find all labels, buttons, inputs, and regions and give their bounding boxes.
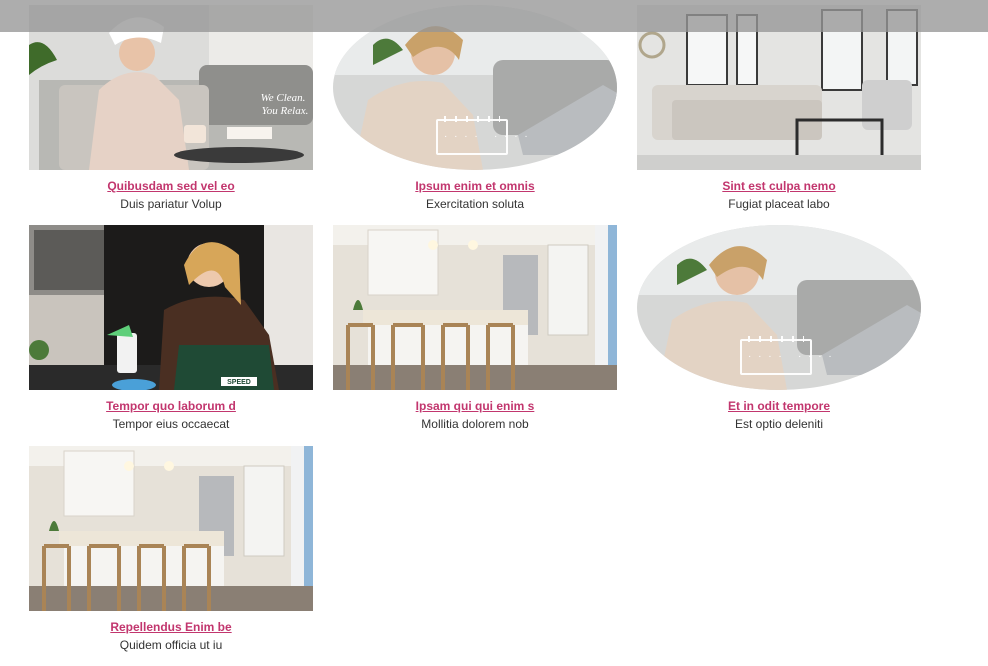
gallery-item-title-link[interactable]: Ipsum enim et omnis [333,179,617,193]
gallery-item-title-link[interactable]: Sint est culpa nemo [637,179,921,193]
gallery-thumbnail[interactable] [637,225,921,390]
kitchen-photo [29,446,313,611]
gallery-item-subtitle: Fugiat placeat labo [728,197,830,211]
gallery-item-subtitle: Quidem officia ut iu [119,638,223,652]
gallery-card: Et in odit tempore Est optio deleniti [637,225,921,431]
gallery-item-title-link[interactable]: Quibusdam sed vel eo [29,179,313,193]
gallery-thumbnail[interactable] [333,225,617,390]
gallery-item-subtitle: Duis pariatur Volup [120,197,222,211]
gallery-item-title-link[interactable]: Ipsam qui qui enim s [333,399,617,413]
gallery-item-title-link[interactable]: Tempor quo laborum d [29,399,313,413]
gallery-item-title-link[interactable]: Repellendus Enim be [29,620,313,634]
svg-text:You Relax.: You Relax. [262,105,309,117]
calendar-icon [436,116,530,155]
gallery-thumbnail[interactable]: SPEED [29,225,313,390]
gallery-item-subtitle: Exercitation soluta [425,197,525,211]
gallery-thumbnail[interactable] [29,446,313,611]
gallery-card: Sint est culpa nemo Fugiat placeat labo [637,5,921,211]
gallery-item-title-link[interactable]: Et in odit tempore [637,399,921,413]
gallery-item-subtitle: Mollitia dolorem nob [421,417,529,431]
calendar-icon [740,336,834,375]
gallery-card: Ipsum enim et omnis Exercitation soluta [333,5,617,211]
svg-text:We Clean.: We Clean. [261,92,306,104]
gallery-card: We Clean. You Relax. Quibusdam sed vel e… [29,5,313,211]
gallery-item-subtitle: Est optio deleniti [734,417,824,431]
gallery-card: Repellendus Enim be Quidem officia ut iu [29,446,313,652]
cleaner-spray-photo: SPEED [29,225,313,390]
gallery-item-subtitle: Tempor eius occaecat [112,417,230,431]
gallery-card: Ipsam qui qui enim s Mollitia dolorem no… [333,225,617,431]
svg-text:SPEED: SPEED [227,379,251,386]
top-overlay-bar [0,0,988,32]
kitchen-photo [333,225,617,390]
gallery-card: SPEED Tempor quo laborum d Tempor eius o… [29,225,313,431]
